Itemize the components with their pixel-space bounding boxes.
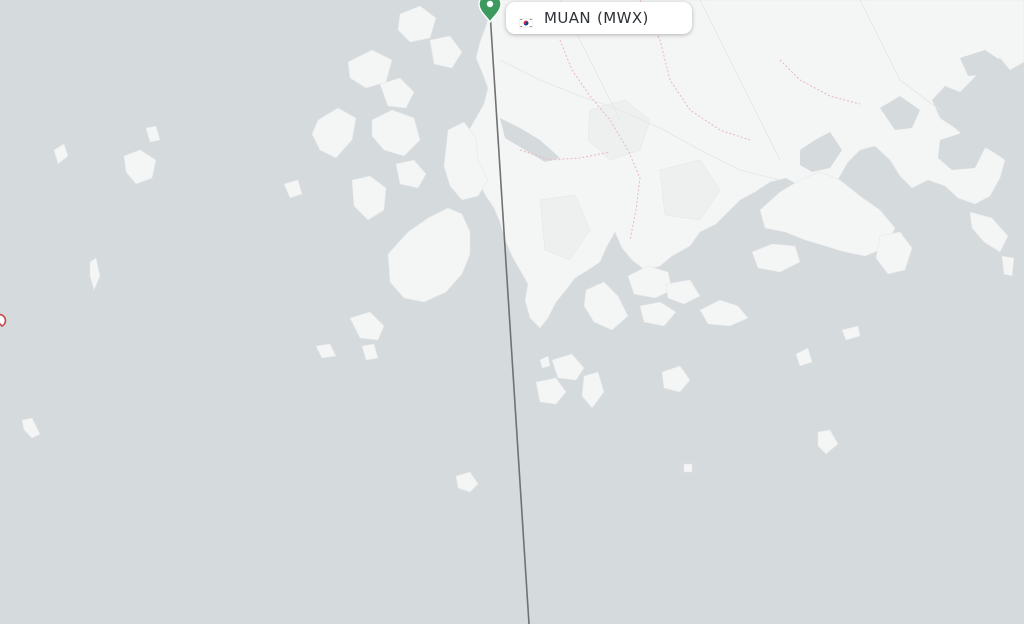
origin-airport-code: (MWX) (597, 9, 649, 27)
island-east-5 (1001, 255, 1015, 277)
other-airport-marker[interactable] (0, 313, 7, 327)
island-south-11 (683, 463, 693, 473)
origin-airport-label[interactable]: MUAN (MWX) (506, 2, 692, 34)
origin-airport-city: MUAN (544, 9, 592, 27)
south-korea-flag-icon (518, 13, 534, 29)
map-canvas[interactable] (0, 0, 1024, 624)
